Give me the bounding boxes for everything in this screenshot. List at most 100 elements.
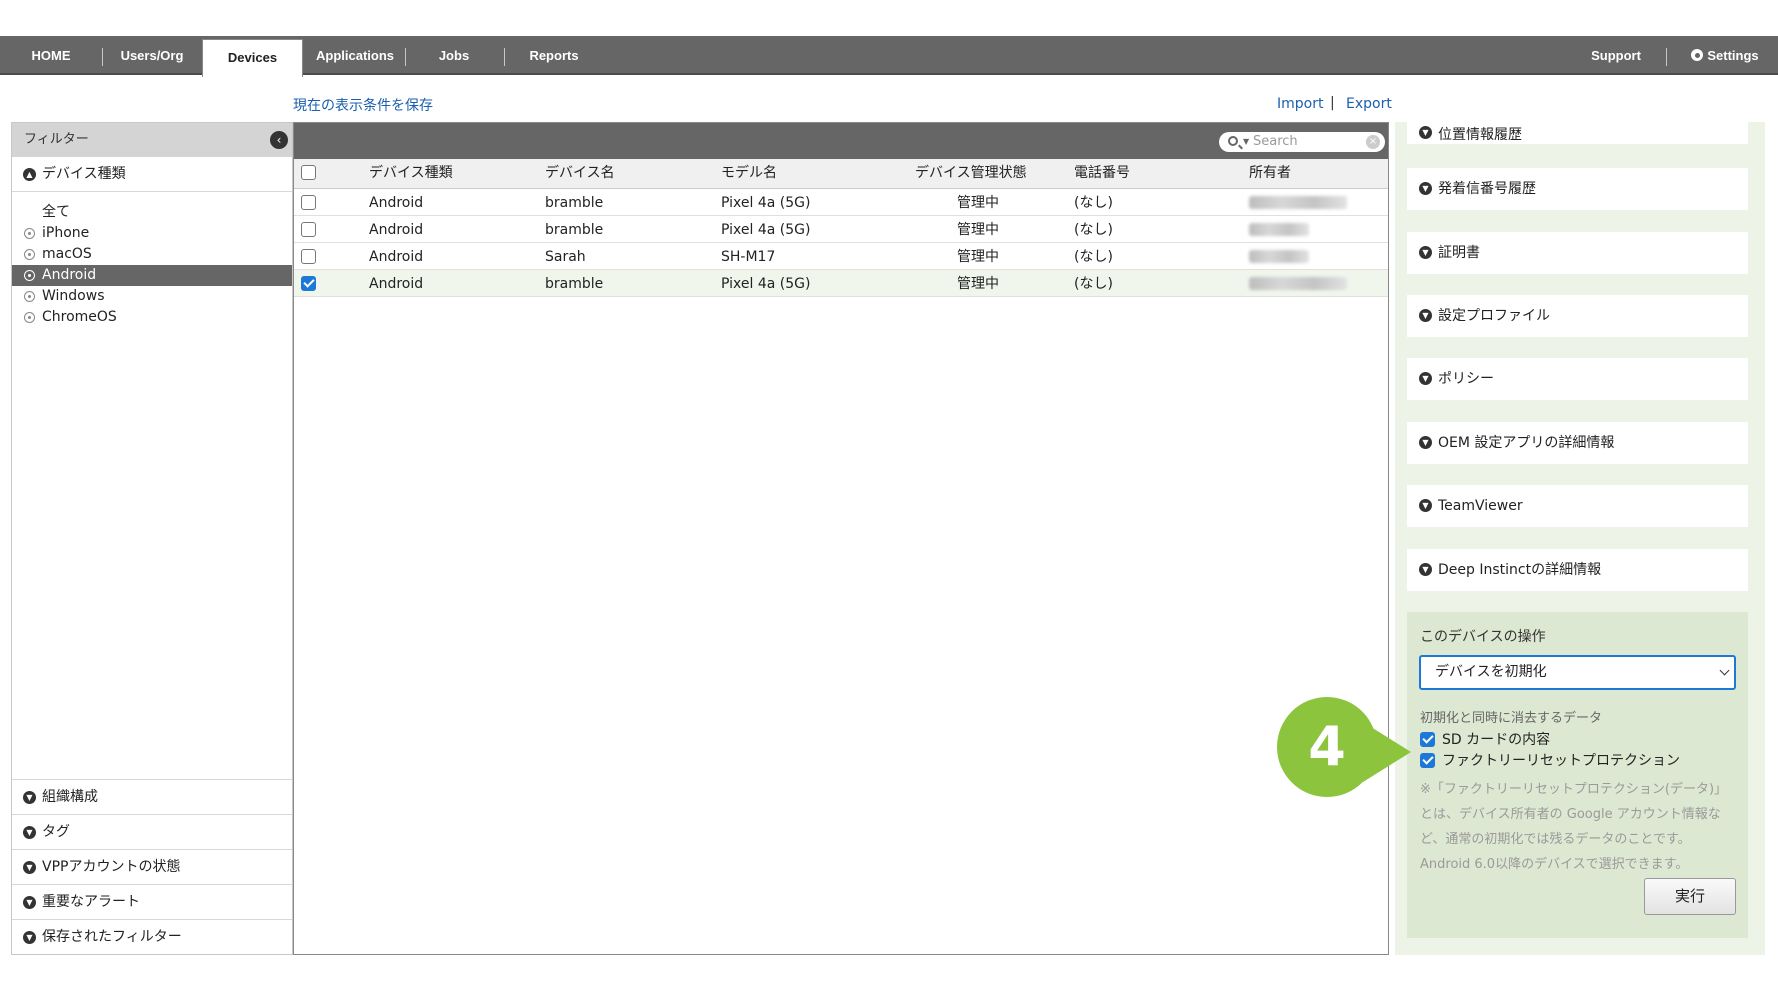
row-checkbox[interactable] (301, 276, 316, 291)
table-header: デバイス種類 デバイス名 モデル名 デバイス管理状態 電話番号 所有者 (294, 159, 1388, 189)
filter-item-macos[interactable]: macOS (12, 244, 292, 265)
table-row[interactable]: Android bramble Pixel 4a (5G) 管理中 (なし) (294, 270, 1388, 297)
section-label: 証明書 (1438, 245, 1480, 261)
clear-icon[interactable]: × (1366, 135, 1380, 149)
chevron-down-icon: ▼ (1419, 246, 1432, 259)
chevron-down-icon: ▼ (23, 791, 36, 804)
row-checkbox[interactable] (301, 195, 316, 210)
sidebar-section-vpp[interactable]: ▼ VPPアカウントの状態 (12, 849, 292, 884)
sidebar-section-org[interactable]: ▼ 組織構成 (12, 779, 292, 814)
owner-redacted (1249, 196, 1347, 209)
owner-redacted (1249, 250, 1309, 263)
filter-item-chromeos[interactable]: ChromeOS (12, 307, 292, 328)
section-policy[interactable]: ▼ ポリシー (1407, 358, 1748, 400)
filter-item-label: macOS (42, 246, 92, 262)
table-row[interactable]: Android bramble Pixel 4a (5G) 管理中 (なし) (294, 216, 1388, 243)
cell-model: SH-M17 (721, 249, 776, 265)
filter-item-all[interactable]: 全て (12, 202, 292, 223)
option-sd-card[interactable]: SD カードの内容 (1420, 731, 1550, 749)
filter-item-label: iPhone (42, 225, 90, 241)
nav-settings-label: Settings (1707, 48, 1759, 63)
nav-applications[interactable]: Applications (311, 36, 399, 75)
radio-icon (24, 312, 35, 323)
section-oem-settings[interactable]: ▼ OEM 設定アプリの詳細情報 (1407, 422, 1748, 464)
search-icon (1228, 136, 1238, 146)
nav-separator (405, 48, 406, 66)
nav-separator (504, 48, 505, 66)
step-badge: 4 (1277, 697, 1377, 797)
row-checkbox[interactable] (301, 249, 316, 264)
chevron-down-icon: ▼ (1419, 372, 1432, 385)
nav-jobs[interactable]: Jobs (420, 36, 488, 75)
sd-card-checkbox[interactable] (1420, 732, 1435, 747)
nav-devices[interactable]: Devices (202, 39, 303, 77)
erase-data-label: 初期化と同時に消去するデータ (1420, 711, 1603, 726)
select-all-checkbox[interactable] (301, 165, 316, 180)
nav-settings[interactable]: Settings (1680, 36, 1770, 75)
cell-type: Android (369, 249, 424, 265)
cell-model: Pixel 4a (5G) (721, 195, 811, 211)
table-row[interactable]: Android bramble Pixel 4a (5G) 管理中 (なし) (294, 189, 1388, 216)
import-link[interactable]: Import (1277, 96, 1323, 112)
radio-icon (24, 249, 35, 260)
chevron-down-icon: ▼ (23, 931, 36, 944)
radio-icon (24, 228, 35, 239)
filter-item-android[interactable]: Android (12, 265, 292, 286)
section-call-history[interactable]: ▼ 発着信番号履歴 (1407, 168, 1748, 210)
device-detail-panel: ▼ 位置情報履歴 ▼ 発着信番号履歴 ▼ 証明書 ▼ 設定プロファイル ▼ ポリシー ▼ O… (1395, 118, 1765, 955)
table-row[interactable]: Android Sarah SH-M17 管理中 (なし) (294, 243, 1388, 270)
column-header-owner[interactable]: 所有者 (1249, 159, 1291, 188)
option-frp[interactable]: ファクトリーリセットプロテクション (1420, 752, 1680, 770)
cell-phone: (なし) (1074, 276, 1113, 292)
device-table-panel: ▼ Search × デバイス種類 デバイス名 モデル名 デバイス管理状態 電話… (293, 122, 1389, 955)
device-type-filter-list: 全て iPhone macOS Android Windows ChromeOS (12, 192, 292, 328)
sidebar-section-saved-filters[interactable]: ▼ 保存されたフィルター (12, 919, 292, 954)
save-filter-link[interactable]: 現在の表示条件を保存 (293, 95, 433, 115)
frp-checkbox[interactable] (1420, 753, 1435, 768)
column-header-model[interactable]: モデル名 (721, 159, 777, 188)
operations-title: このデバイスの操作 (1420, 629, 1546, 645)
section-certificates[interactable]: ▼ 証明書 (1407, 232, 1748, 274)
sidebar-section-alerts[interactable]: ▼ 重要なアラート (12, 884, 292, 919)
collapse-sidebar-icon[interactable]: ‹ (270, 131, 288, 149)
section-location-history[interactable]: ▼ 位置情報履歴 (1407, 118, 1748, 144)
section-label: ポリシー (1438, 371, 1494, 387)
search-input[interactable]: ▼ Search × (1219, 132, 1385, 152)
row-checkbox[interactable] (301, 222, 316, 237)
cell-name: Sarah (545, 249, 586, 265)
filter-item-label: 全て (42, 204, 70, 220)
chevron-down-icon: ▼ (1419, 563, 1432, 576)
chevron-down-icon: ▼ (1419, 182, 1432, 195)
section-deep-instinct[interactable]: ▼ Deep Instinctの詳細情報 (1407, 549, 1748, 591)
column-header-type[interactable]: デバイス種類 (369, 159, 453, 188)
nav-support[interactable]: Support (1580, 36, 1652, 75)
device-type-section[interactable]: ▲ デバイス種類 (12, 157, 292, 192)
execute-button[interactable]: 実行 (1644, 878, 1736, 915)
section-label: タグ (42, 824, 70, 840)
option-label: SD カードの内容 (1442, 732, 1551, 748)
device-type-label: デバイス種類 (42, 166, 126, 182)
option-label: ファクトリーリセットプロテクション (1442, 753, 1680, 769)
chevron-down-icon: ▼ (23, 896, 36, 909)
column-header-phone[interactable]: 電話番号 (1074, 159, 1130, 188)
filter-item-windows[interactable]: Windows (12, 286, 292, 307)
filter-item-iphone[interactable]: iPhone (12, 223, 292, 244)
action-select-value: デバイスを初期化 (1435, 664, 1547, 680)
section-label: 保存されたフィルター (42, 929, 182, 945)
cell-type: Android (369, 195, 424, 211)
sidebar-section-tags[interactable]: ▼ タグ (12, 814, 292, 849)
cell-type: Android (369, 222, 424, 238)
radio-icon (24, 291, 35, 302)
section-teamviewer[interactable]: ▼ TeamViewer (1407, 485, 1748, 527)
column-header-name[interactable]: デバイス名 (545, 159, 615, 188)
column-header-status[interactable]: デバイス管理状態 (915, 159, 1027, 188)
nav-home[interactable]: HOME (18, 36, 84, 75)
section-config-profiles[interactable]: ▼ 設定プロファイル (1407, 295, 1748, 337)
chevron-down-icon: ▼ (1419, 436, 1432, 449)
action-select[interactable]: デバイスを初期化 (1419, 655, 1736, 690)
export-link[interactable]: Export (1346, 96, 1392, 112)
nav-reports[interactable]: Reports (518, 36, 590, 75)
device-operations-box: このデバイスの操作 デバイスを初期化 初期化と同時に消去するデータ SD カード… (1407, 612, 1748, 938)
nav-users-org[interactable]: Users/Org (112, 36, 192, 75)
chevron-down-icon: ▼ (1419, 309, 1432, 322)
